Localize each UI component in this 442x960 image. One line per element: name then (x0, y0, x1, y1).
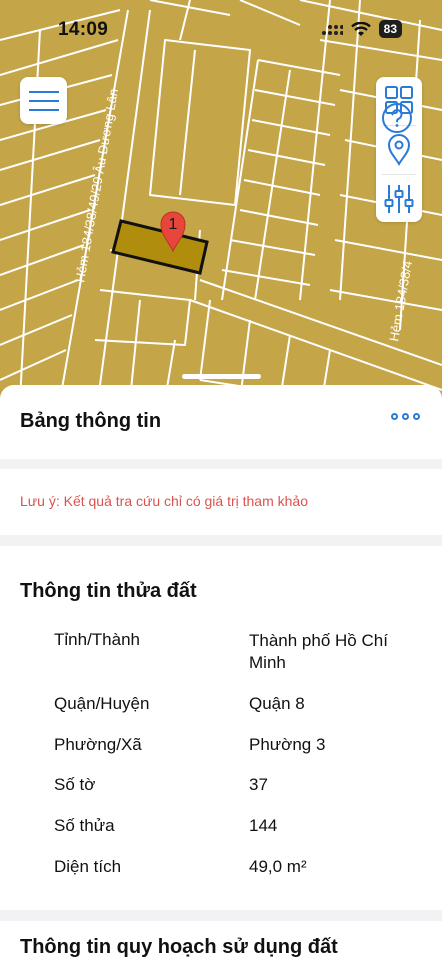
sheet-header: Bảng thông tin (0, 385, 442, 459)
ward-value: Phường 3 (249, 735, 326, 754)
wifi-icon (350, 21, 371, 36)
hamburger-icon (28, 90, 59, 111)
more-icon[interactable] (391, 413, 420, 420)
battery-level: 83 (378, 20, 402, 38)
note-card: Lưu ý: Kết quả tra cứu chỉ có giá trị th… (0, 469, 442, 535)
parcel-number-label: Số thửa (54, 816, 115, 835)
sheet-number-label: Số tờ (54, 775, 96, 794)
sheet-grabber[interactable] (182, 374, 261, 379)
planning-title: Thông tin quy hoạch sử dụng đất (20, 936, 338, 958)
ward-label: Phường/Xã (54, 735, 142, 754)
province-label: Tỉnh/Thành (54, 630, 140, 649)
area-value: 49,0 m² (249, 857, 307, 876)
sheet-number-value: 37 (249, 775, 268, 794)
parcel-number-value: 144 (249, 816, 278, 835)
district-label: Quận/Huyện (54, 694, 150, 713)
filter-button[interactable] (376, 176, 422, 222)
sheet-title: Bảng thông tin (20, 410, 162, 432)
signal-icon (321, 25, 343, 35)
parcel-info-title: Thông tin thửa đất (20, 580, 197, 602)
status-bar: 14:09 83 (0, 0, 442, 60)
map-tools-panel (376, 77, 422, 222)
area-label: Diện tích (54, 857, 122, 876)
info-sheet: Bảng thông tin Lưu ý: Kết quả tra cứu ch… (0, 385, 442, 960)
help-icon[interactable] (381, 102, 413, 134)
marker-number: 1 (169, 216, 178, 233)
sliders-icon (384, 185, 414, 213)
province-value: Thành phố Hồ Chí Minh (249, 631, 388, 672)
menu-button[interactable] (20, 77, 67, 124)
location-pin-icon (387, 134, 411, 166)
parcel-info-card: Thông tin thửa đất Tỉnh/Thành Thành phố … (0, 546, 442, 910)
disclaimer-note: Lưu ý: Kết quả tra cứu chỉ có giá trị th… (20, 493, 308, 509)
status-time: 14:09 (58, 19, 109, 40)
planning-card: Thông tin quy hoạch sử dụng đất (0, 921, 442, 960)
district-value: Quận 8 (249, 694, 305, 713)
